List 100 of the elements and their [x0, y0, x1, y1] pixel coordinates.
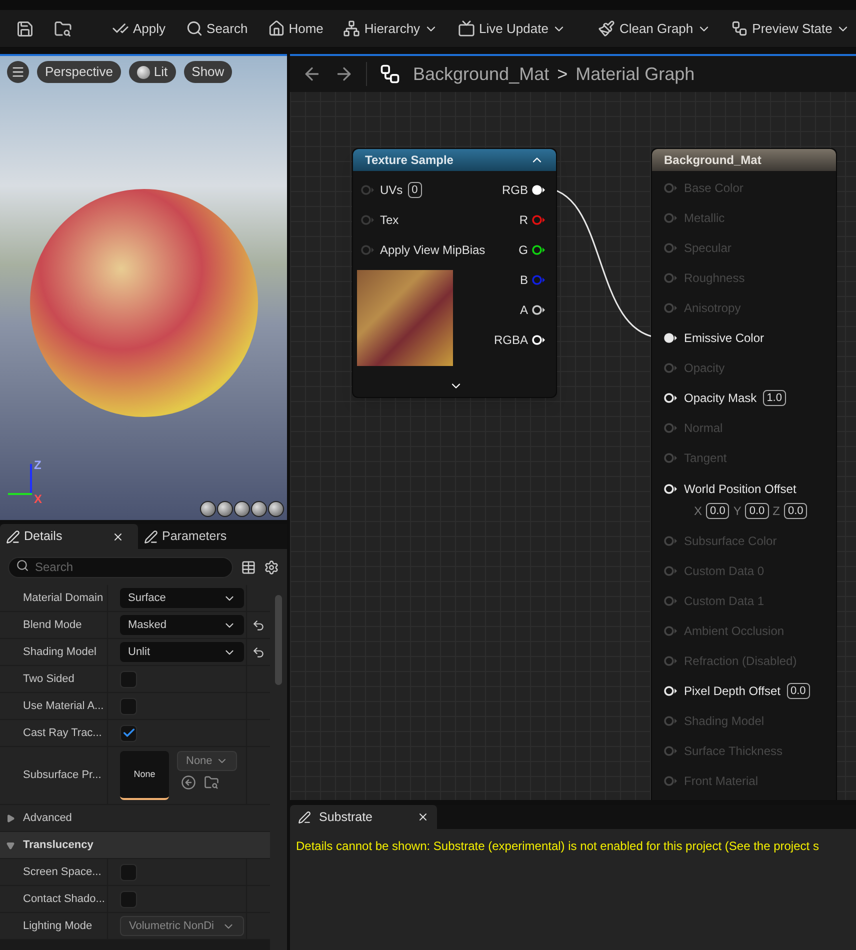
toolbar-button[interactable]: Apply: [104, 14, 174, 42]
viewport-button[interactable]: Lit: [128, 61, 176, 83]
error-message: Details cannot be shown: Substrate (experimental) is not enabled for this project (See the project s: [296, 838, 820, 855]
toolbar-button[interactable]: Hierarchy: [335, 14, 446, 42]
input-pin-icon[interactable]: [361, 215, 375, 225]
input-pin-icon[interactable]: [361, 185, 375, 195]
edit-icon: [298, 810, 311, 824]
checkbox[interactable]: [120, 670, 137, 688]
value-field[interactable]: 0.0: [784, 502, 808, 518]
panel-tab[interactable]: Parameters: [138, 524, 276, 549]
graph-icon: [731, 20, 748, 37]
breadcrumb-separator: >: [557, 62, 568, 86]
checkbox[interactable]: [120, 724, 137, 742]
dropdown[interactable]: Surface: [120, 588, 244, 608]
property-label: Blend Mode: [0, 612, 108, 638]
menu-icon: [11, 65, 25, 79]
viewport-button[interactable]: Perspective: [37, 61, 121, 83]
axis-label: X: [34, 491, 42, 508]
property-label: Two Sided: [0, 666, 108, 692]
output-pin-icon[interactable]: [532, 335, 546, 345]
save-icon: [16, 20, 34, 38]
input-pin-icon[interactable]: [664, 656, 678, 666]
input-pin-icon[interactable]: [664, 393, 678, 403]
section-header[interactable]: Translucency: [0, 832, 270, 859]
search-icon: [186, 20, 203, 37]
dropdown[interactable]: Masked: [120, 615, 244, 635]
axis-label: Y: [733, 502, 742, 520]
toolbar-button[interactable]: Preview State: [723, 14, 856, 42]
breadcrumb-link[interactable]: Background_Mat: [413, 60, 550, 88]
asset-thumbnail[interactable]: None: [120, 751, 169, 800]
input-pin-icon[interactable]: [664, 453, 678, 463]
input-pin-icon[interactable]: [664, 213, 678, 223]
input-pin-icon[interactable]: [664, 746, 678, 756]
reset-icon[interactable]: [252, 618, 265, 632]
input-pin-icon[interactable]: [664, 626, 678, 636]
toolbar-button[interactable]: Live Update: [450, 14, 574, 42]
input-pin-icon[interactable]: [664, 716, 678, 726]
pin-label: A: [520, 302, 528, 319]
pin-label: Pixel Depth Offset: [684, 683, 780, 700]
edit-icon: [6, 530, 20, 544]
output-pin-icon[interactable]: [532, 245, 546, 255]
property-label: Screen Space...: [0, 859, 108, 885]
input-pin-icon[interactable]: [664, 303, 678, 313]
material-node[interactable]: [651, 148, 837, 800]
checkbox[interactable]: [120, 698, 137, 714]
pin-label: RGBA: [494, 332, 528, 349]
input-pin-icon[interactable]: [664, 243, 678, 253]
pin-label: World Position Offset: [684, 480, 796, 498]
folder-search-icon[interactable]: [204, 775, 219, 790]
input-pin-icon[interactable]: [664, 484, 678, 494]
input-pin-icon[interactable]: [664, 596, 678, 606]
toolbar-button[interactable]: Search: [178, 14, 256, 42]
home-icon: [268, 20, 285, 37]
settings-icon[interactable]: [264, 560, 279, 574]
input-pin-icon[interactable]: [664, 423, 678, 433]
input-pin-icon[interactable]: [361, 245, 375, 255]
value-field[interactable]: 0: [408, 182, 422, 198]
value-field[interactable]: 0.0: [745, 502, 769, 518]
viewport-button[interactable]: Show: [184, 61, 232, 83]
close-icon[interactable]: [112, 530, 124, 542]
reset-icon[interactable]: [252, 646, 265, 658]
property-label: Cast Ray Trac...: [0, 720, 108, 746]
input-pin-icon[interactable]: [664, 183, 678, 193]
pin-label: B: [520, 272, 528, 289]
dropdown[interactable]: None: [177, 751, 238, 771]
axis-label: Z: [34, 457, 42, 474]
input-pin-icon[interactable]: [664, 776, 678, 786]
output-pin-icon[interactable]: [532, 305, 546, 315]
input-pin-icon[interactable]: [664, 273, 678, 283]
property-label: Use Material A...: [0, 693, 108, 719]
input-pin-icon[interactable]: [664, 686, 678, 696]
use-selected-icon[interactable]: [181, 775, 196, 790]
panel-tab[interactable]: Substrate: [290, 805, 437, 829]
checkbox[interactable]: [120, 864, 137, 880]
close-icon[interactable]: [417, 811, 429, 823]
triangle-icon: [6, 814, 15, 822]
pin-label: G: [518, 242, 528, 259]
checkbox[interactable]: [120, 890, 137, 908]
panel-tab[interactable]: Details: [0, 524, 138, 549]
value-field[interactable]: 1.0: [762, 390, 786, 406]
scrollbar-thumb[interactable]: [275, 595, 282, 685]
input-pin-icon[interactable]: [664, 333, 678, 343]
input-pin-icon[interactable]: [664, 536, 678, 546]
section-header[interactable]: Advanced: [0, 805, 270, 832]
property-label: Shading Model: [0, 639, 108, 665]
texture-sample-node[interactable]: Texture Sample UVs 0 Tex Apply View MipBias RGB R G B A RGBA: [352, 148, 557, 398]
graph-icon: [379, 63, 401, 85]
search-field[interactable]: Search: [8, 556, 233, 578]
toolbar-button[interactable]: Home: [260, 14, 332, 42]
toolbar-button[interactable]: Clean Graph: [590, 14, 720, 42]
value-field[interactable]: 0.0: [786, 683, 810, 699]
property-label: Material Domain: [0, 585, 108, 611]
value-field[interactable]: 0.0: [706, 502, 730, 518]
table-view-icon[interactable]: [241, 560, 256, 574]
input-pin-icon[interactable]: [664, 363, 678, 373]
dropdown[interactable]: Unlit: [120, 642, 244, 662]
breadcrumb-current: Material Graph: [576, 62, 695, 86]
output-pin-icon[interactable]: [532, 185, 546, 195]
axis-label: X: [694, 502, 702, 520]
input-pin-icon[interactable]: [664, 566, 678, 576]
